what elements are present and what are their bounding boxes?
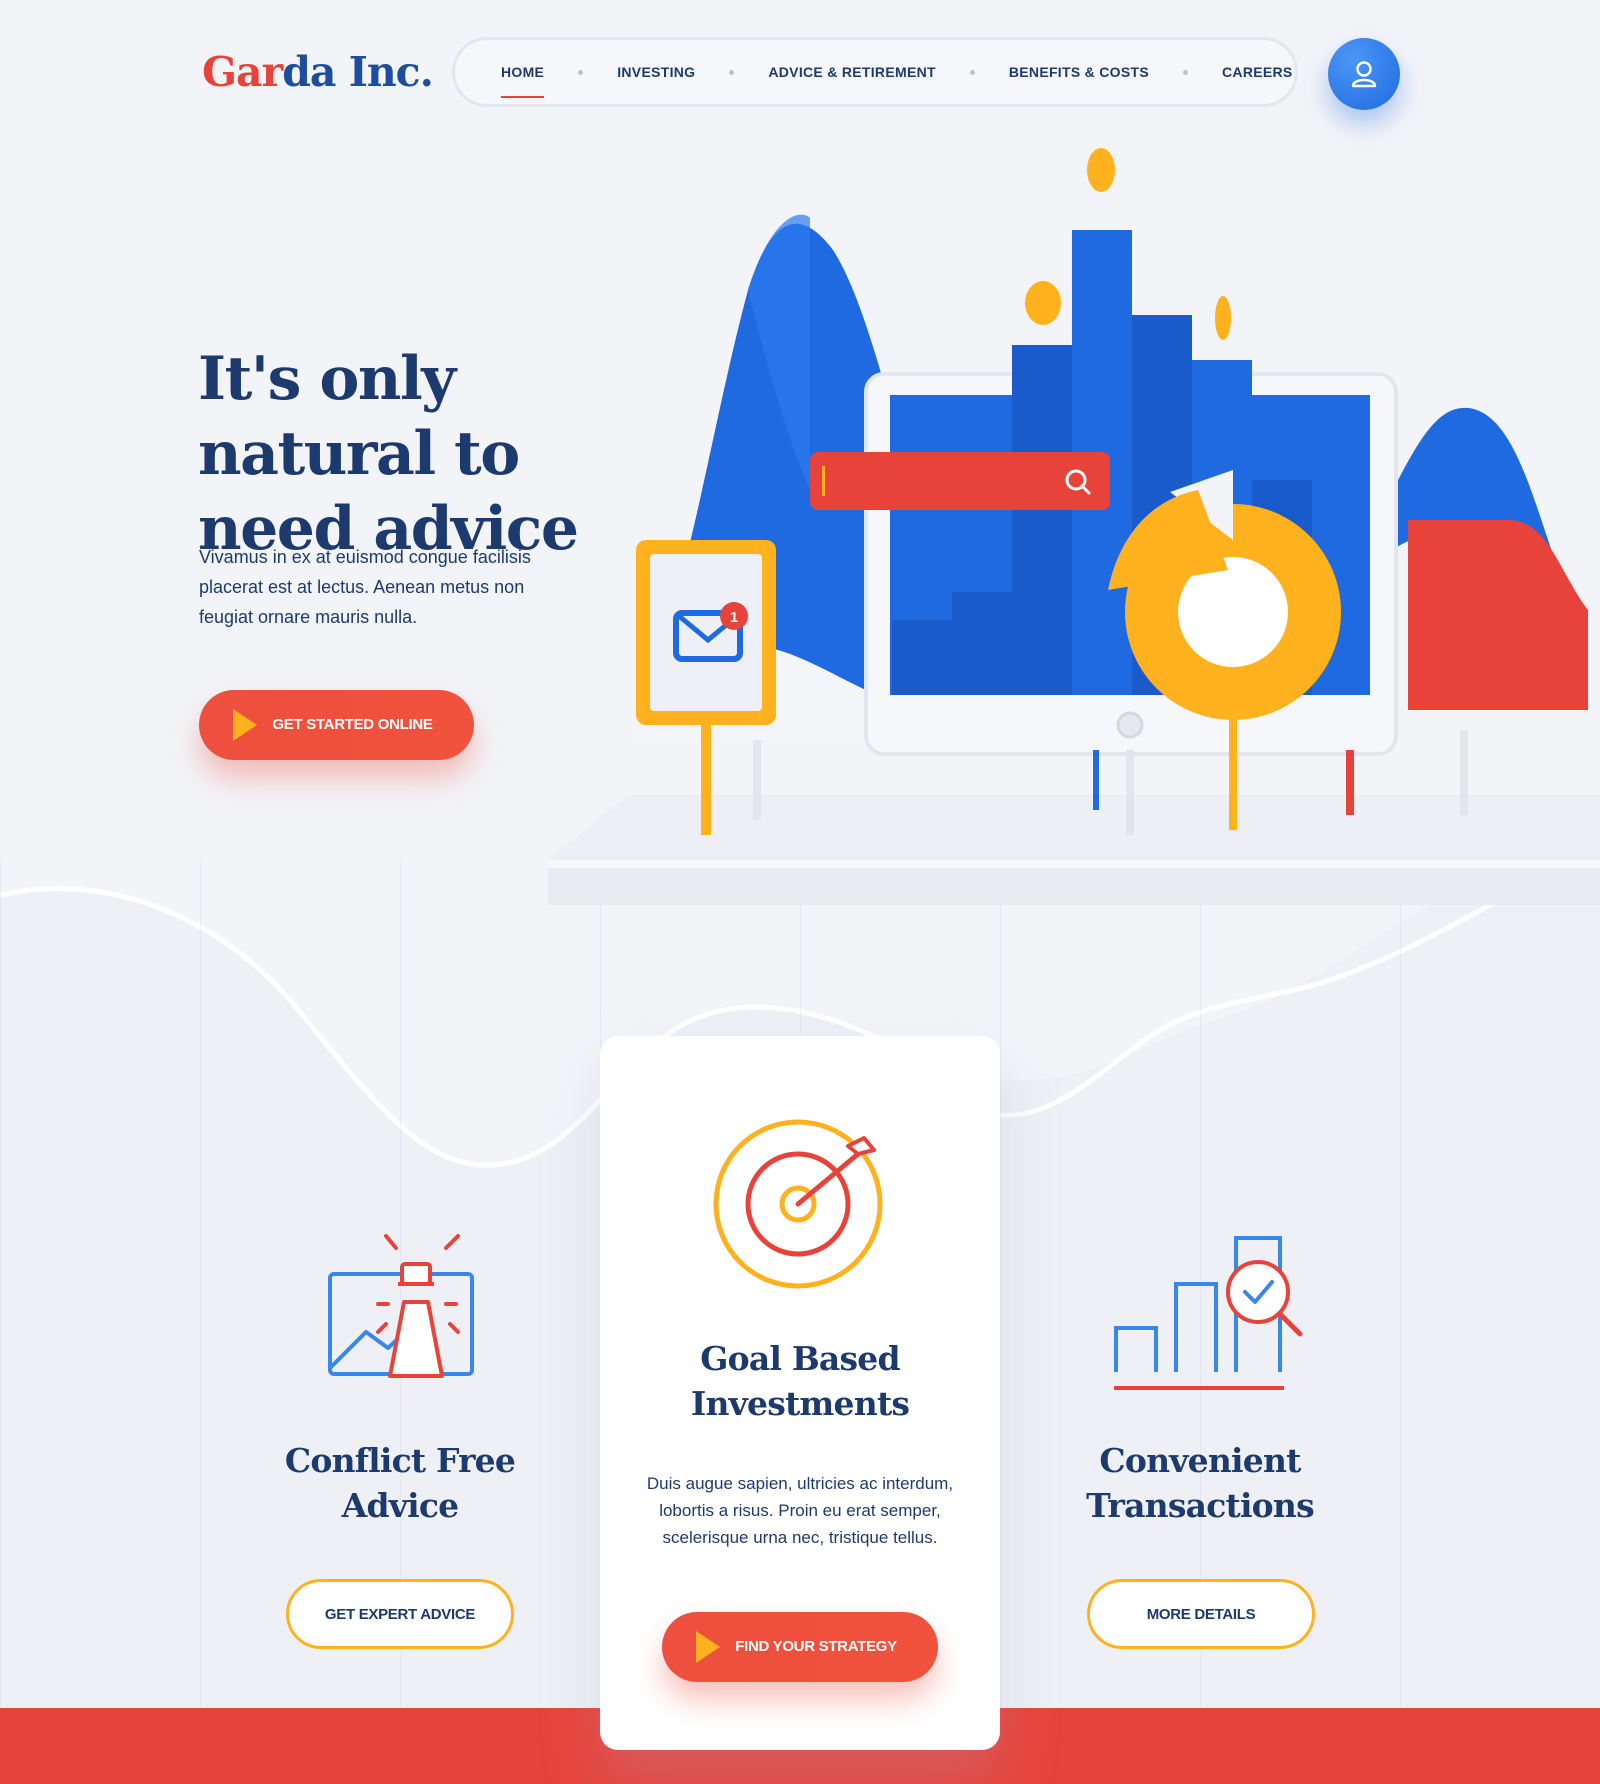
nav-item-advice-retirement[interactable]: ADVICE & RETIREMENT — [768, 64, 936, 80]
bar-chart-magnifier-icon — [1114, 1236, 1303, 1390]
find-your-strategy-label: FIND YOUR STRATEGY — [735, 1638, 897, 1655]
feature-title-convenient-transactions: Convenient Transactions — [1086, 1441, 1315, 1525]
user-account-button[interactable] — [1328, 38, 1400, 110]
more-details-button[interactable]: MORE DETAILS — [1087, 1579, 1315, 1649]
main-nav: HOME INVESTING ADVICE & RETIREMENT BENEF… — [452, 37, 1298, 107]
mail-badge-count: 1 — [730, 609, 738, 626]
target-arrow-icon — [713, 1119, 883, 1289]
page: Garda Inc. HOME INVESTING ADVICE & RETIR… — [0, 0, 1600, 1784]
feature-title-goal-based: Goal Based Investments — [690, 1339, 910, 1423]
hero-description: Vivamus in ex at euismod congue facilisi… — [199, 547, 531, 627]
feature-card-goal-based: Goal Based Investments Duis augue sapien… — [600, 1036, 1000, 1750]
nav-separator — [729, 69, 735, 75]
get-expert-advice-button[interactable]: GET EXPERT ADVICE — [286, 1579, 514, 1649]
feature-title-conflict-free: Conflict Free Advice — [284, 1441, 516, 1525]
nav-separator — [969, 69, 975, 75]
nav-separator — [1183, 69, 1189, 75]
nav-separator — [578, 69, 584, 75]
logo[interactable]: Garda Inc. — [202, 48, 434, 96]
nav-item-investing[interactable]: INVESTING — [617, 64, 695, 80]
nav-item-home[interactable]: HOME — [501, 64, 545, 98]
nav-item-benefits-costs[interactable]: BENEFITS & COSTS — [1009, 64, 1149, 80]
lighthouse-chart-icon — [328, 1234, 474, 1378]
get-started-label: GET STARTED ONLINE — [272, 716, 433, 733]
logo-part-blue: da Inc. — [282, 48, 434, 96]
hero-illustration: 1 — [548, 148, 1600, 905]
nav-item-careers[interactable]: CAREERS — [1222, 64, 1293, 80]
feature-text-goal-based: Duis augue sapien, ultricies ac interdum… — [646, 1474, 954, 1547]
get-started-button[interactable]: GET STARTED ONLINE — [199, 690, 474, 760]
logo-part-red: Gar — [202, 48, 283, 96]
find-your-strategy-button[interactable]: FIND YOUR STRATEGY — [662, 1612, 938, 1682]
user-icon — [1351, 61, 1377, 88]
